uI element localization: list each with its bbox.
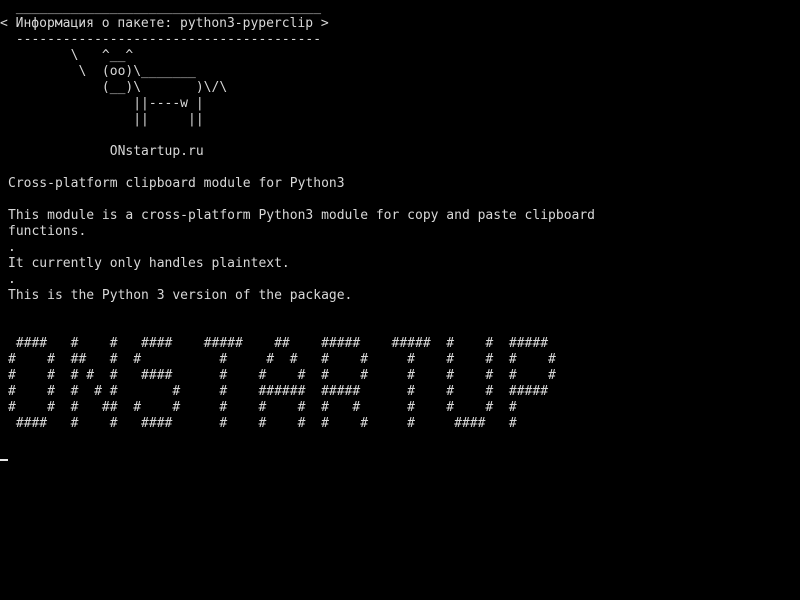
figlet-banner-line: # # # # # # # ###### ##### # # # ##### <box>8 384 549 399</box>
cow-line: ||----w | <box>8 96 204 111</box>
figlet-banner-line: # # # ## # # # # # # # # # # # <box>8 400 517 415</box>
cow-line: (__)\ )\/\ <box>8 80 228 95</box>
cowsay-message: < Информация о пакете: python3-pyperclip… <box>0 16 329 31</box>
cowsay-bottom-border: --------------------------------------- <box>8 32 322 47</box>
cowsay-top-border: _______________________________________ <box>8 0 322 15</box>
terminal-screen[interactable]: _______________________________________ … <box>0 0 800 600</box>
package-summary: Cross-platform clipboard module for Pyth… <box>8 176 345 191</box>
package-description-line: This is the Python 3 version of the pack… <box>8 288 353 303</box>
package-description-line: It currently only handles plaintext. <box>8 256 290 271</box>
cow-line: || || <box>8 112 204 127</box>
package-description-line: . <box>8 272 16 287</box>
cow-line: \ ^__^ <box>8 48 134 63</box>
site-label: ONstartup.ru <box>8 144 204 159</box>
figlet-banner-line: # # # # # #### # # # # # # # # # # <box>8 368 556 383</box>
figlet-banner-line: #### # # #### ##### ## ##### ##### # # #… <box>8 336 549 351</box>
package-description-line: functions. <box>8 224 87 239</box>
cow-line: \ (oo)\_______ <box>8 64 196 79</box>
figlet-banner-line: #### # # #### # # # # # # #### # <box>8 416 517 431</box>
package-description-line: This module is a cross-platform Python3 … <box>8 208 595 223</box>
package-description-line: . <box>8 240 16 255</box>
text-cursor <box>0 459 8 461</box>
figlet-banner-line: # # ## # # # # # # # # # # # # <box>8 352 556 367</box>
